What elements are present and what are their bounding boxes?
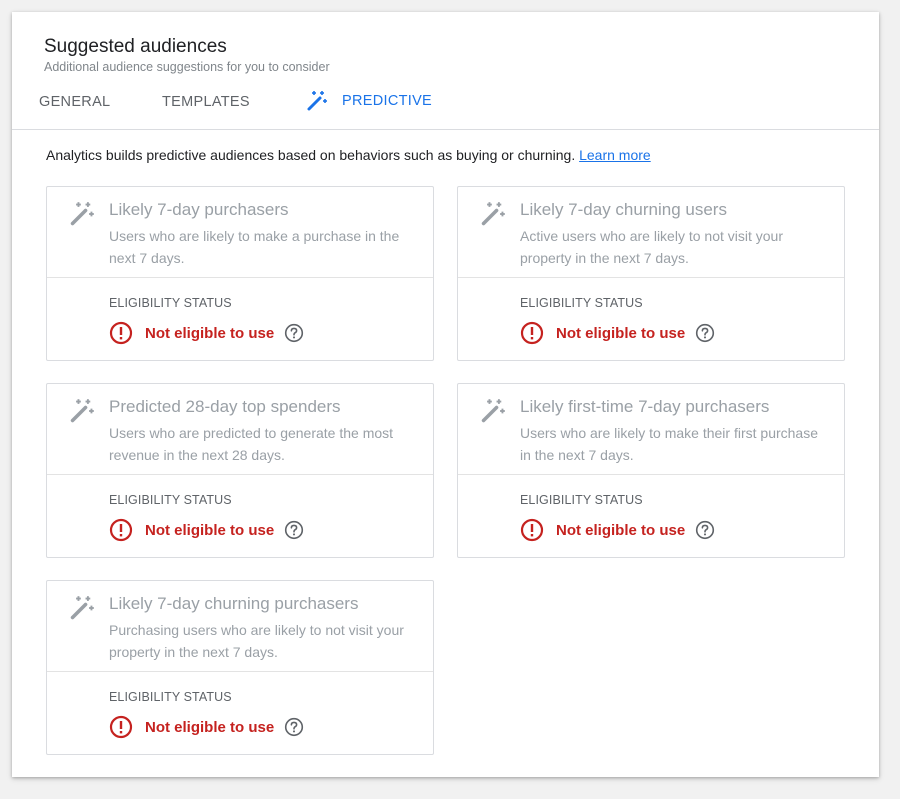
status-text: Not eligible to use xyxy=(145,521,275,539)
card-description: Users who are likely to make a purchase … xyxy=(109,228,400,266)
suggested-audiences-panel: Suggested audiences Additional audience … xyxy=(12,12,879,777)
card-title: Likely 7-day purchasers xyxy=(109,200,289,219)
card-description: Users who are predicted to generate the … xyxy=(109,425,394,463)
eligibility-status: Not eligible to use xyxy=(520,321,715,345)
magic-wand-icon xyxy=(481,399,505,423)
error-icon xyxy=(109,321,133,345)
learn-more-link[interactable]: Learn more xyxy=(579,147,651,163)
error-icon xyxy=(109,715,133,739)
help-icon[interactable] xyxy=(695,323,715,343)
eligibility-status-label: ELIGIBILITY STATUS xyxy=(109,690,232,704)
card-title: Predicted 28-day top spenders xyxy=(109,397,341,416)
eligibility-status: Not eligible to use xyxy=(109,715,304,739)
error-icon xyxy=(520,518,544,542)
card-header: Likely first-time 7-day purchasers Users… xyxy=(458,384,844,475)
card-description: Users who are likely to make their first… xyxy=(520,425,818,463)
help-icon[interactable] xyxy=(284,717,304,737)
tab-divider xyxy=(12,129,879,130)
eligibility-status: Not eligible to use xyxy=(109,321,304,345)
status-text: Not eligible to use xyxy=(556,521,686,539)
audience-card-likely-first-time-7-day-purchasers[interactable]: Likely first-time 7-day purchasers Users… xyxy=(457,383,845,558)
help-icon[interactable] xyxy=(284,323,304,343)
error-icon xyxy=(109,518,133,542)
intro-description: Analytics builds predictive audiences ba… xyxy=(46,147,576,163)
audience-card-likely-7-day-purchasers[interactable]: Likely 7-day purchasers Users who are li… xyxy=(46,186,434,361)
audience-card-predicted-28-day-top-spenders[interactable]: Predicted 28-day top spenders Users who … xyxy=(46,383,434,558)
eligibility-status-label: ELIGIBILITY STATUS xyxy=(109,296,232,310)
card-header: Likely 7-day churning users Active users… xyxy=(458,187,844,278)
magic-wand-icon xyxy=(70,202,94,226)
tab-templates[interactable]: TEMPLATES xyxy=(162,94,250,110)
tab-predictive-label: PREDICTIVE xyxy=(342,93,433,109)
intro-text: Analytics builds predictive audiences ba… xyxy=(46,147,651,163)
card-header: Likely 7-day churning purchasers Purchas… xyxy=(47,581,433,672)
status-text: Not eligible to use xyxy=(145,324,275,342)
audience-card-likely-7-day-churning-purchasers[interactable]: Likely 7-day churning purchasers Purchas… xyxy=(46,580,434,755)
eligibility-status-label: ELIGIBILITY STATUS xyxy=(520,493,643,507)
card-header: Predicted 28-day top spenders Users who … xyxy=(47,384,433,475)
card-description: Purchasing users who are likely to not v… xyxy=(109,622,404,660)
help-icon[interactable] xyxy=(284,520,304,540)
help-icon[interactable] xyxy=(695,520,715,540)
card-header: Likely 7-day purchasers Users who are li… xyxy=(47,187,433,278)
status-text: Not eligible to use xyxy=(556,324,686,342)
tab-general[interactable]: GENERAL xyxy=(39,94,110,110)
page-subtitle: Additional audience suggestions for you … xyxy=(44,60,330,74)
card-description: Active users who are likely to not visit… xyxy=(520,228,783,266)
eligibility-status: Not eligible to use xyxy=(109,518,304,542)
card-title: Likely first-time 7-day purchasers xyxy=(520,397,770,416)
page-title: Suggested audiences xyxy=(44,36,227,57)
magic-wand-icon xyxy=(481,202,505,226)
card-title: Likely 7-day churning purchasers xyxy=(109,594,359,613)
card-title: Likely 7-day churning users xyxy=(520,200,727,219)
error-icon xyxy=(520,321,544,345)
eligibility-status-label: ELIGIBILITY STATUS xyxy=(520,296,643,310)
magic-wand-icon xyxy=(70,399,94,423)
tab-predictive[interactable]: PREDICTIVE xyxy=(306,90,432,112)
eligibility-status: Not eligible to use xyxy=(520,518,715,542)
magic-wand-icon xyxy=(307,91,327,111)
audience-card-likely-7-day-churning-users[interactable]: Likely 7-day churning users Active users… xyxy=(457,186,845,361)
magic-wand-icon xyxy=(70,596,94,620)
status-text: Not eligible to use xyxy=(145,718,275,736)
eligibility-status-label: ELIGIBILITY STATUS xyxy=(109,493,232,507)
